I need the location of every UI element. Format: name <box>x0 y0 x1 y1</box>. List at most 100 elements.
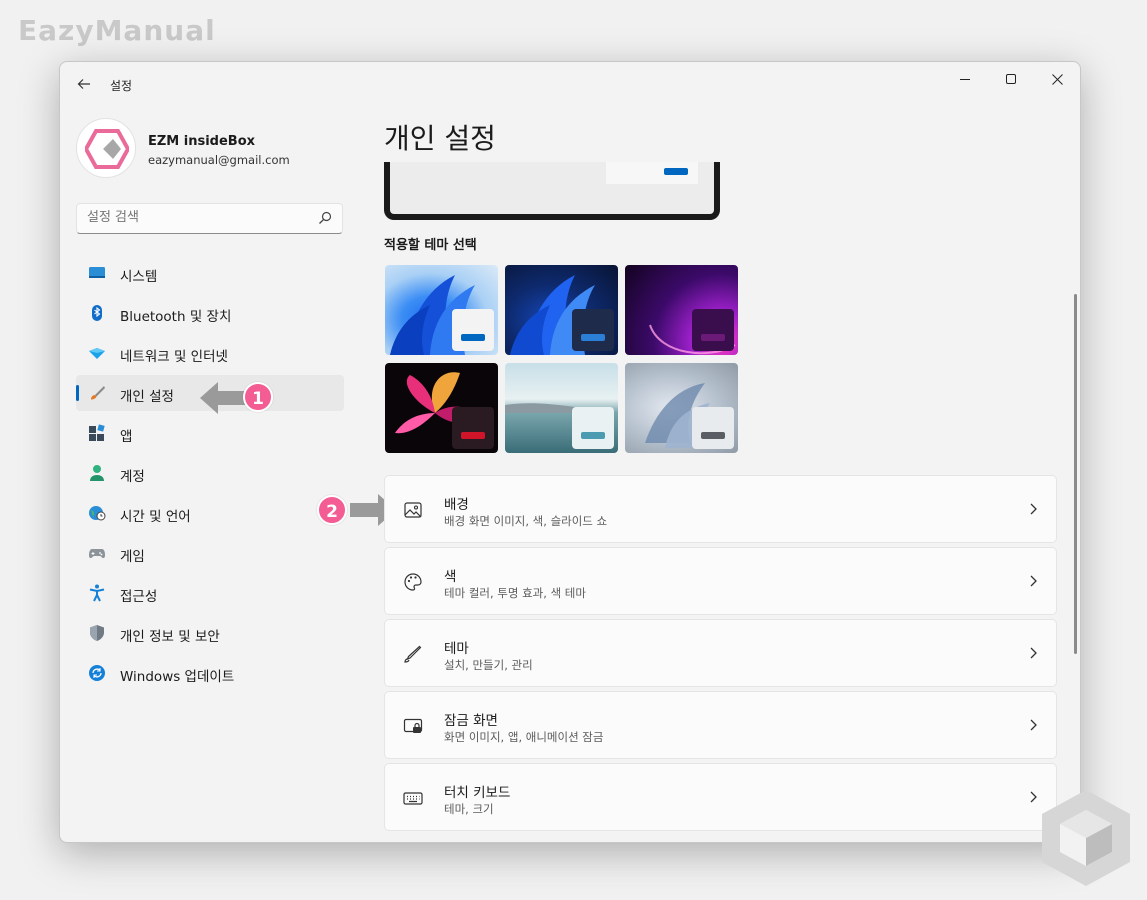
back-arrow-icon <box>77 79 90 89</box>
theme-tile-captured-motion[interactable] <box>385 363 498 453</box>
sidebar-item-bluetooth[interactable]: Bluetooth 및 장치 <box>76 295 344 331</box>
sidebar-item-label: 시스템 <box>120 269 158 285</box>
chevron-right-icon <box>1030 791 1037 803</box>
close-button[interactable] <box>1034 66 1080 96</box>
minimize-icon <box>959 79 970 80</box>
theme-swatch <box>452 407 494 449</box>
update-icon <box>89 665 105 681</box>
sidebar-item-label: 개인 설정 <box>120 389 174 405</box>
sidebar-item-windows-update[interactable]: Windows 업데이트 <box>76 655 344 691</box>
sidebar-item-label: 네트워크 및 인터넷 <box>120 349 228 365</box>
preview-accent-bar <box>664 168 688 175</box>
sidebar-item-label: 앱 <box>120 429 133 445</box>
wifi-diamond-icon <box>89 348 105 359</box>
theme-accent-bar <box>461 432 485 439</box>
picture-icon <box>404 502 422 518</box>
setting-title: 터치 키보드 <box>444 785 511 801</box>
setting-themes[interactable]: 테마 설치, 만들기, 관리 <box>384 619 1057 687</box>
theme-accent-bar <box>701 334 725 341</box>
setting-title: 색 <box>444 569 457 585</box>
search-input[interactable] <box>87 210 307 225</box>
theme-swatch <box>452 309 494 351</box>
sidebar-item-accessibility[interactable]: 접근성 <box>76 575 344 611</box>
chevron-right-icon <box>1030 575 1037 587</box>
sidebar-item-label: 접근성 <box>120 589 158 605</box>
theme-tile-flow[interactable] <box>625 363 738 453</box>
palette-icon <box>404 573 422 591</box>
settings-list: 배경 배경 화면 이미지, 색, 슬라이드 쇼 색 테마 컬러, 투명 효과, … <box>384 475 1057 835</box>
setting-touch-keyboard[interactable]: 터치 키보드 테마, 크기 <box>384 763 1057 831</box>
apps-icon <box>89 424 105 441</box>
watermark-brand: EazyManual <box>18 14 216 47</box>
watermark-cube-icon <box>1042 790 1130 886</box>
theme-preview <box>384 162 720 220</box>
sidebar-item-gaming[interactable]: 게임 <box>76 535 344 571</box>
minimize-button[interactable] <box>942 66 988 96</box>
theme-swatch <box>692 407 734 449</box>
setting-title: 테마 <box>444 641 469 657</box>
bluetooth-icon <box>92 305 102 321</box>
setting-background[interactable]: 배경 배경 화면 이미지, 색, 슬라이드 쇼 <box>384 475 1057 543</box>
sidebar-item-accounts[interactable]: 계정 <box>76 455 344 491</box>
lock-screen-icon <box>403 718 423 733</box>
back-button[interactable] <box>74 74 94 94</box>
maximize-icon <box>1005 74 1016 84</box>
accessibility-icon <box>89 584 105 602</box>
hexagon-logo-icon <box>85 129 129 169</box>
search-box[interactable] <box>76 203 343 234</box>
sidebar-item-label: 시간 및 언어 <box>120 509 191 525</box>
setting-subtitle: 배경 화면 이미지, 색, 슬라이드 쇼 <box>444 514 608 528</box>
monitor-icon <box>89 267 105 278</box>
theme-tile-sunrise[interactable] <box>505 363 618 453</box>
maximize-button[interactable] <box>988 66 1034 96</box>
setting-subtitle: 설치, 만들기, 관리 <box>444 658 533 672</box>
sidebar-item-time-language[interactable]: 시간 및 언어 <box>76 495 344 531</box>
person-icon <box>90 465 104 481</box>
settings-window: 설정 EZM insideBox eazymanual@gmail.com 설정… <box>59 61 1081 843</box>
sidebar-item-label: 게임 <box>120 549 145 565</box>
themes-section-label: 적용할 테마 선택 <box>384 238 477 253</box>
chevron-right-icon <box>1030 503 1037 515</box>
search-icon[interactable] <box>318 211 332 225</box>
theme-accent-bar <box>581 432 605 439</box>
scrollbar[interactable] <box>1074 294 1077 654</box>
profile-email: eazymanual@gmail.com <box>148 153 290 167</box>
sidebar-item-network[interactable]: 네트워크 및 인터넷 <box>76 335 344 371</box>
sidebar-item-apps[interactable]: 앱 <box>76 415 344 451</box>
theme-swatch <box>572 407 614 449</box>
sidebar-item-label: 계정 <box>120 469 145 485</box>
theme-accent-bar <box>581 334 605 341</box>
shield-icon <box>90 625 104 641</box>
sidebar-item-label: 개인 정보 및 보안 <box>120 629 220 645</box>
setting-subtitle: 화면 이미지, 앱, 애니메이션 잠금 <box>444 730 604 744</box>
setting-subtitle: 테마 컬러, 투명 효과, 색 테마 <box>444 586 586 600</box>
page-title: 개인 설정 <box>384 122 496 155</box>
theme-tile-glow[interactable] <box>625 265 738 355</box>
brush-icon <box>91 386 105 400</box>
setting-lock-screen[interactable]: 잠금 화면 화면 이미지, 앱, 애니메이션 잠금 <box>384 691 1057 759</box>
avatar <box>76 118 136 178</box>
theme-accent-bar <box>701 432 725 439</box>
globe-clock-icon <box>89 506 106 521</box>
setting-subtitle: 테마, 크기 <box>444 802 494 816</box>
window-title: 설정 <box>110 79 133 93</box>
sidebar-item-system[interactable]: 시스템 <box>76 255 344 291</box>
keyboard-icon <box>403 792 423 805</box>
sidebar-item-label: Bluetooth 및 장치 <box>120 309 232 325</box>
theme-tile-windows-dark[interactable] <box>505 265 618 355</box>
annotation-arrow-1 <box>200 382 246 414</box>
sidebar-item-privacy[interactable]: 개인 정보 및 보안 <box>76 615 344 651</box>
setting-title: 잠금 화면 <box>444 713 498 729</box>
chevron-right-icon <box>1030 647 1037 659</box>
title-bar: 설정 <box>60 62 1080 102</box>
close-icon <box>1051 74 1063 85</box>
setting-color[interactable]: 색 테마 컬러, 투명 효과, 색 테마 <box>384 547 1057 615</box>
sidebar-nav: 시스템 Bluetooth 및 장치 네트워크 및 인터넷 개인 설정 앱 계정… <box>76 255 344 695</box>
theme-swatch <box>572 309 614 351</box>
annotation-badge-1: 1 <box>243 382 273 412</box>
theme-accent-bar <box>461 334 485 341</box>
annotation-badge-2: 2 <box>317 495 347 525</box>
profile-name: EZM insideBox <box>148 134 256 149</box>
setting-title: 배경 <box>444 497 469 513</box>
theme-tile-windows-light[interactable] <box>385 265 498 355</box>
